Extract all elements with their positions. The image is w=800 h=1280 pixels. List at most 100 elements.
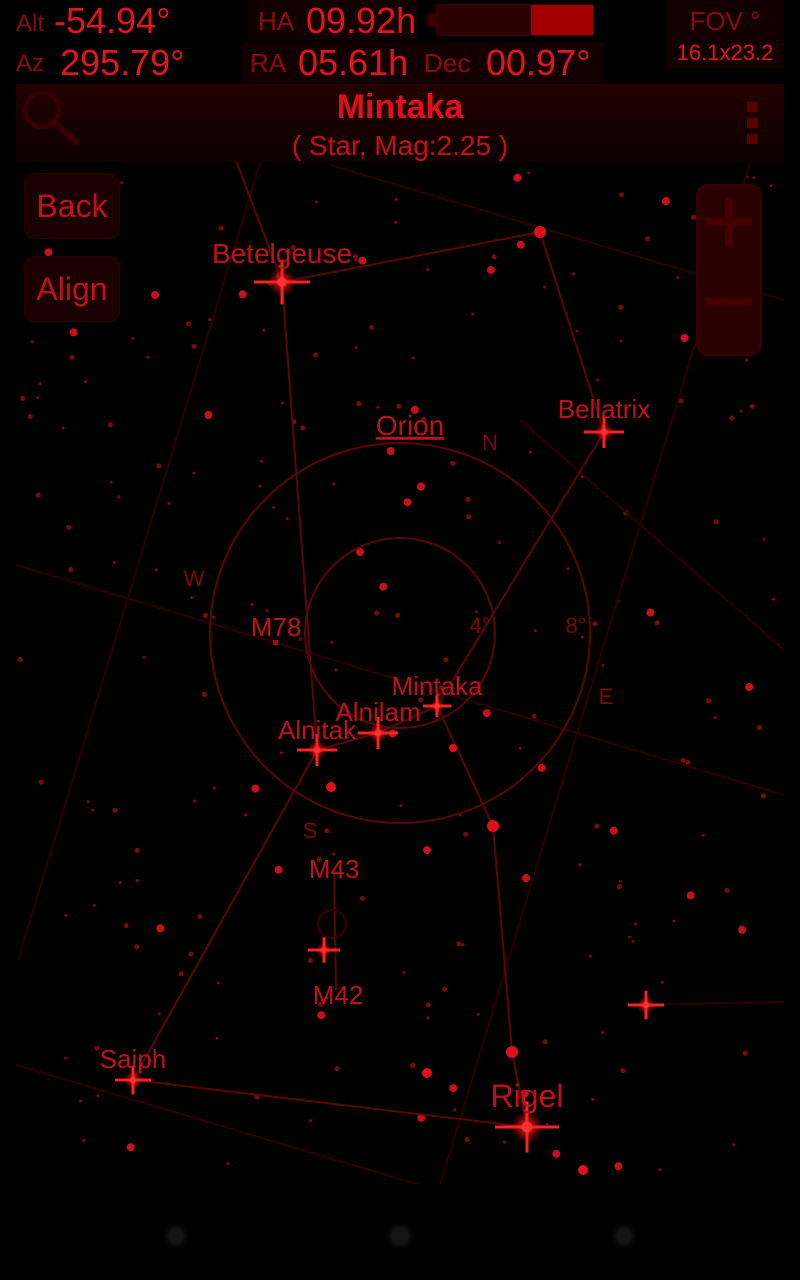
star <box>410 1062 416 1068</box>
star <box>44 248 53 257</box>
star <box>601 664 605 667</box>
star <box>272 505 276 509</box>
star <box>167 501 171 505</box>
nav-home-dot[interactable] <box>392 1228 408 1244</box>
star <box>594 823 600 829</box>
star <box>506 1046 518 1058</box>
label-ring-inner: 4° <box>469 613 490 638</box>
nav-recent-dot[interactable] <box>617 1229 631 1243</box>
star <box>661 197 670 206</box>
star <box>571 272 575 276</box>
star <box>17 657 23 663</box>
dec-label: Dec <box>424 48 471 78</box>
star <box>308 957 313 963</box>
star <box>258 484 262 488</box>
star <box>226 1162 230 1165</box>
zoom-out-icon[interactable] <box>698 270 760 354</box>
star <box>131 336 135 340</box>
star <box>619 339 623 343</box>
star <box>631 939 635 943</box>
star <box>374 610 380 616</box>
star <box>27 414 33 420</box>
star <box>38 382 42 386</box>
star <box>334 668 338 672</box>
star <box>38 779 44 785</box>
star <box>66 524 72 530</box>
az-label: Az <box>16 50 45 77</box>
star <box>616 884 622 890</box>
star <box>208 318 212 322</box>
zoom-control[interactable] <box>696 184 762 356</box>
star <box>533 629 537 633</box>
star <box>545 1122 549 1126</box>
star <box>423 846 431 855</box>
star <box>332 482 335 486</box>
star <box>379 582 388 591</box>
label-west: W <box>184 566 205 591</box>
star <box>466 514 472 520</box>
star <box>369 324 375 330</box>
star <box>84 380 87 384</box>
star <box>250 603 254 607</box>
star <box>403 498 412 507</box>
star <box>146 355 149 359</box>
star <box>69 354 75 360</box>
star <box>453 1108 457 1112</box>
fov-value: 16.1x23.2 <box>676 40 774 65</box>
nav-back-dot[interactable] <box>169 1229 183 1243</box>
star <box>592 621 598 627</box>
star <box>151 291 160 299</box>
star <box>68 567 74 573</box>
star <box>660 980 664 984</box>
star <box>91 808 95 812</box>
star <box>756 725 762 731</box>
star <box>713 519 719 525</box>
star <box>658 1168 662 1172</box>
star <box>426 268 429 272</box>
star <box>738 925 747 934</box>
align-button[interactable]: Align <box>24 256 120 322</box>
star <box>402 970 406 974</box>
star <box>20 396 26 401</box>
star <box>614 1162 623 1171</box>
star <box>135 879 139 883</box>
star <box>534 226 546 238</box>
star <box>522 874 530 882</box>
ra-value: 05.61h <box>298 42 409 83</box>
star <box>156 463 162 469</box>
star <box>112 560 116 564</box>
star <box>190 596 194 600</box>
overflow-menu-button[interactable] <box>740 100 764 146</box>
star <box>752 176 756 180</box>
star <box>529 450 533 454</box>
star <box>193 799 197 803</box>
star <box>218 225 224 231</box>
star <box>680 334 689 342</box>
star <box>516 240 525 249</box>
star <box>769 184 773 188</box>
star <box>465 497 471 502</box>
star <box>619 879 622 883</box>
back-button[interactable]: Back <box>24 173 120 239</box>
star <box>326 782 336 792</box>
star <box>487 820 499 832</box>
star <box>108 422 113 428</box>
star-unnamed-star <box>628 990 664 1020</box>
star <box>471 312 475 316</box>
star <box>578 1165 588 1175</box>
star <box>491 254 497 260</box>
star <box>215 1036 219 1040</box>
star <box>118 881 122 884</box>
star <box>359 896 365 901</box>
dec-value: 00.97° <box>486 42 591 83</box>
star <box>109 480 113 484</box>
sky-chart[interactable]: Orion Betelgeuse Bellatrix Mintaka Alnil… <box>16 84 784 1184</box>
star <box>82 1139 86 1143</box>
star <box>35 492 41 498</box>
label-saiph: Saiph <box>100 1044 167 1074</box>
star <box>126 1143 135 1152</box>
star <box>456 941 462 947</box>
star <box>69 328 78 337</box>
star <box>627 935 631 939</box>
zoom-in-icon[interactable] <box>698 186 760 270</box>
